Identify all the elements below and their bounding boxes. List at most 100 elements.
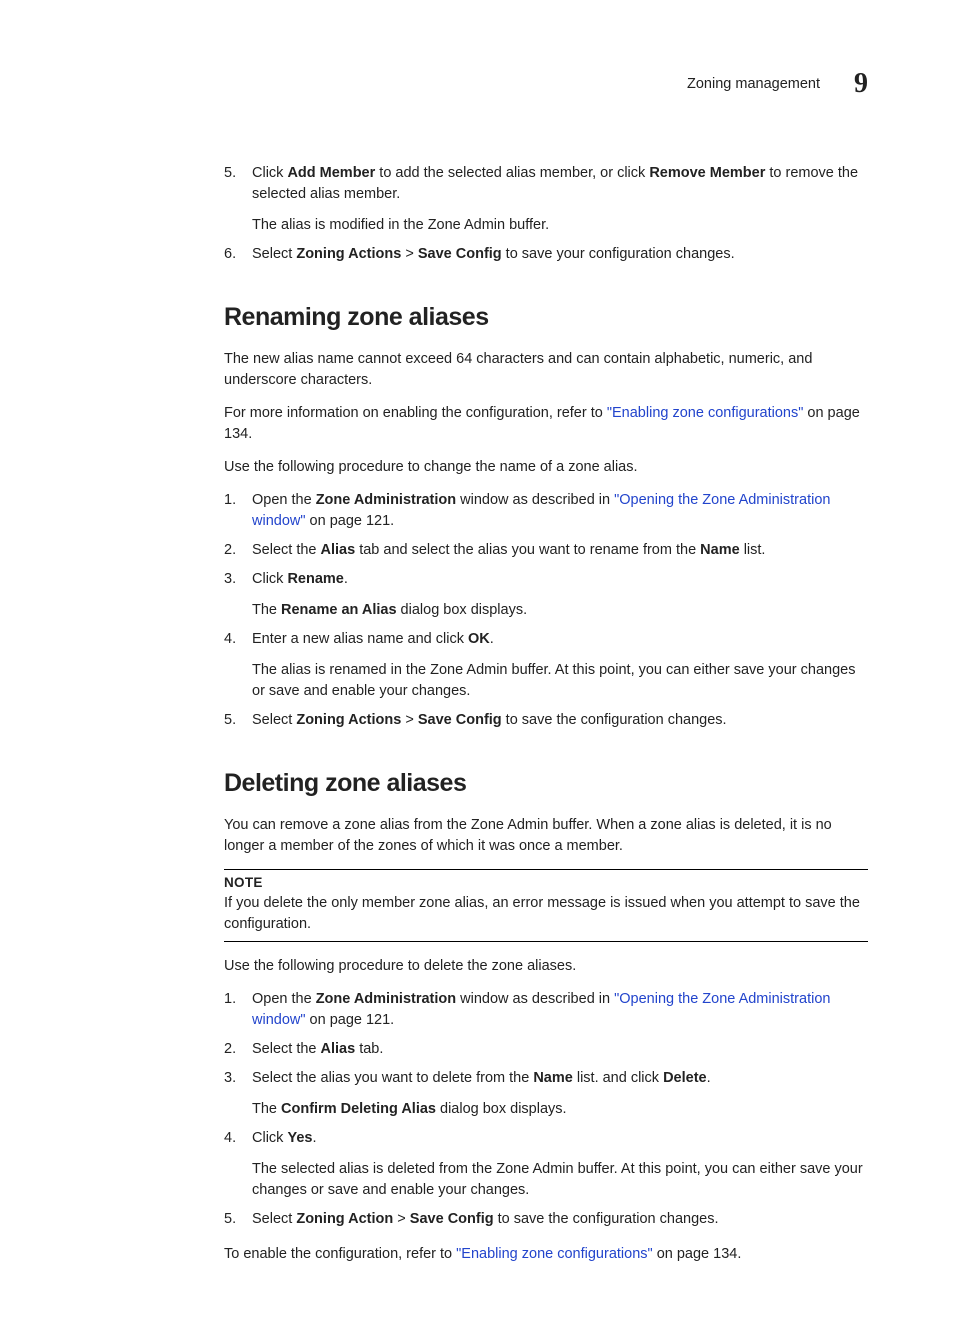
text: Open the	[252, 492, 316, 508]
list-item: 4. Click Yes. The selected alias is dele…	[224, 1128, 868, 1201]
steps-renaming: 1. Open the Zone Administration window a…	[224, 490, 868, 731]
list-item: 1. Open the Zone Administration window a…	[224, 490, 868, 532]
list-item: 3. Select the alias you want to delete f…	[224, 1068, 868, 1120]
link-enabling-config[interactable]: "Enabling zone configurations"	[607, 405, 804, 421]
note-body: If you delete the only member zone alias…	[224, 893, 868, 935]
text: tab.	[355, 1041, 383, 1057]
list-item: 2. Select the Alias tab and select the a…	[224, 540, 868, 561]
text: >	[393, 1211, 410, 1227]
step-number: 3.	[224, 569, 252, 621]
ui-term: Save Config	[410, 1211, 494, 1227]
step-body: Select Zoning Actions > Save Config to s…	[252, 244, 868, 265]
text: The	[252, 602, 281, 618]
step-body: Select Zoning Action > Save Config to sa…	[252, 1209, 868, 1230]
step-sub: The alias is modified in the Zone Admin …	[252, 215, 868, 236]
list-item: 6. Select Zoning Actions > Save Config t…	[224, 244, 868, 265]
text: list. and click	[573, 1070, 663, 1086]
ui-term: Save Config	[418, 246, 502, 262]
text: To enable the configuration, refer to	[224, 1246, 456, 1262]
heading-deleting: Deleting zone aliases	[224, 765, 868, 801]
text: Select the	[252, 542, 321, 558]
text: Click	[252, 165, 287, 181]
ui-term: Zoning Actions	[296, 246, 401, 262]
text: list.	[740, 542, 766, 558]
text: on page 121.	[306, 513, 395, 529]
steps-deleting: 1. Open the Zone Administration window a…	[224, 989, 868, 1230]
ui-term: Zone Administration	[316, 492, 456, 508]
text: to save your configuration changes.	[502, 246, 735, 262]
text: Click	[252, 571, 287, 587]
text: to save the configuration changes.	[502, 712, 727, 728]
list-item: 1. Open the Zone Administration window a…	[224, 989, 868, 1031]
ui-term: Yes	[287, 1130, 312, 1146]
content: 5. Click Add Member to add the selected …	[224, 163, 868, 1266]
text: The	[252, 1101, 281, 1117]
ui-term: Add Member	[287, 165, 375, 181]
ui-term: Save Config	[418, 712, 502, 728]
ui-term: Alias	[321, 1041, 356, 1057]
text: on page 121.	[306, 1012, 395, 1028]
paragraph: Use the following procedure to change th…	[224, 457, 868, 478]
step-sub: The selected alias is deleted from the Z…	[252, 1159, 868, 1201]
text: >	[401, 246, 418, 262]
paragraph: To enable the configuration, refer to "E…	[224, 1244, 868, 1265]
text: window as described in	[456, 492, 614, 508]
list-item: 2. Select the Alias tab.	[224, 1039, 868, 1060]
text: Enter a new alias name and click	[252, 631, 468, 647]
list-item: 4. Enter a new alias name and click OK. …	[224, 629, 868, 702]
step-number: 2.	[224, 1039, 252, 1060]
text: For more information on enabling the con…	[224, 405, 607, 421]
step-number: 5.	[224, 1209, 252, 1230]
step-number: 5.	[224, 163, 252, 236]
text: .	[490, 631, 494, 647]
step-body: Click Yes. The selected alias is deleted…	[252, 1128, 868, 1201]
paragraph: For more information on enabling the con…	[224, 403, 868, 445]
ui-term: Confirm Deleting Alias	[281, 1101, 436, 1117]
step-number: 5.	[224, 710, 252, 731]
text: Select the alias you want to delete from…	[252, 1070, 533, 1086]
text: dialog box displays.	[397, 602, 528, 618]
step-body: Click Add Member to add the selected ali…	[252, 163, 868, 236]
step-number: 1.	[224, 989, 252, 1031]
paragraph: The new alias name cannot exceed 64 char…	[224, 349, 868, 391]
steps-continued: 5. Click Add Member to add the selected …	[224, 163, 868, 265]
chapter-number: 9	[854, 64, 868, 105]
page-header: Zoning management 9	[86, 64, 868, 105]
step-body: Select the Alias tab and select the alia…	[252, 540, 868, 561]
text: .	[312, 1130, 316, 1146]
ui-term: Zoning Action	[296, 1211, 393, 1227]
step-body: Enter a new alias name and click OK. The…	[252, 629, 868, 702]
note-block: NOTE If you delete the only member zone …	[224, 869, 868, 942]
text: Click	[252, 1130, 287, 1146]
step-sub: The alias is renamed in the Zone Admin b…	[252, 660, 868, 702]
ui-term: Remove Member	[649, 165, 765, 181]
heading-renaming: Renaming zone aliases	[224, 299, 868, 335]
step-sub: The Confirm Deleting Alias dialog box di…	[252, 1099, 868, 1120]
text: .	[344, 571, 348, 587]
list-item: 5. Select Zoning Actions > Save Config t…	[224, 710, 868, 731]
step-sub: The Rename an Alias dialog box displays.	[252, 600, 868, 621]
list-item: 5. Click Add Member to add the selected …	[224, 163, 868, 236]
text: Select	[252, 246, 296, 262]
paragraph: You can remove a zone alias from the Zon…	[224, 815, 868, 857]
text: dialog box displays.	[436, 1101, 567, 1117]
text: Select	[252, 1211, 296, 1227]
ui-term: Zoning Actions	[296, 712, 401, 728]
ui-term: Name	[700, 542, 740, 558]
step-body: Click Rename. The Rename an Alias dialog…	[252, 569, 868, 621]
text: window as described in	[456, 991, 614, 1007]
ui-term: Zone Administration	[316, 991, 456, 1007]
list-item: 5. Select Zoning Action > Save Config to…	[224, 1209, 868, 1230]
step-body: Select the Alias tab.	[252, 1039, 868, 1060]
text: .	[707, 1070, 711, 1086]
paragraph: Use the following procedure to delete th…	[224, 956, 868, 977]
text: to save the configuration changes.	[494, 1211, 719, 1227]
text: to add the selected alias member, or cli…	[375, 165, 649, 181]
text: >	[401, 712, 418, 728]
step-number: 1.	[224, 490, 252, 532]
text: Select the	[252, 1041, 321, 1057]
header-title: Zoning management	[687, 74, 820, 95]
ui-term: Alias	[321, 542, 356, 558]
ui-term: Rename	[287, 571, 343, 587]
link-enabling-config[interactable]: "Enabling zone configurations"	[456, 1246, 653, 1262]
